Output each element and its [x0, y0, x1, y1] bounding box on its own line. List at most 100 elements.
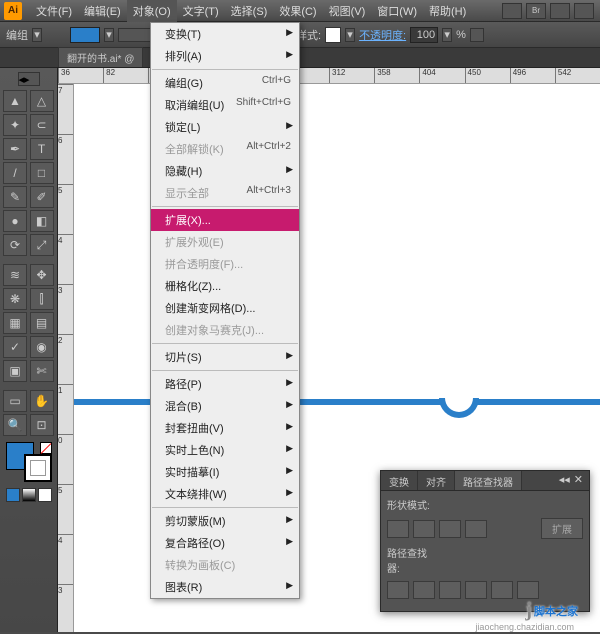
- menu-item-编组G[interactable]: 编组(G)Ctrl+G: [151, 72, 299, 94]
- menu-item-实时描摹I[interactable]: 实时描摹(I)▶: [151, 461, 299, 483]
- menu-item-扩展X[interactable]: 扩展(X)...: [151, 209, 299, 231]
- menu-item-复合路径O[interactable]: 复合路径(O)▶: [151, 532, 299, 554]
- unite-button[interactable]: [387, 520, 409, 538]
- tool-rotate[interactable]: ⟳: [3, 234, 27, 256]
- tool-dsel[interactable]: △: [30, 90, 54, 112]
- layout-icon-3[interactable]: [574, 3, 594, 19]
- menu-item-栅格化Z[interactable]: 栅格化(Z)...: [151, 275, 299, 297]
- mode-dropdown[interactable]: ▾: [32, 28, 42, 42]
- opacity-label[interactable]: 不透明度:: [359, 27, 406, 43]
- menu-item-图表R[interactable]: 图表(R)▶: [151, 576, 299, 598]
- menu-视图[interactable]: 视图(V): [323, 0, 372, 22]
- tool-free[interactable]: ✥: [30, 264, 54, 286]
- style-swatch[interactable]: [325, 27, 341, 43]
- menu-item-创建对象马赛克J: 创建对象马赛克(J)...: [151, 319, 299, 341]
- tool-warp[interactable]: ≋: [3, 264, 27, 286]
- opacity-dropdown[interactable]: ▾: [442, 28, 452, 42]
- menu-文件[interactable]: 文件(F): [30, 0, 78, 22]
- tool-wand[interactable]: ✦: [3, 114, 27, 136]
- merge-button[interactable]: [439, 581, 461, 599]
- watermark-url: jiaocheng.chazidian.com: [475, 622, 574, 632]
- tool-symbol[interactable]: ❋: [3, 288, 27, 310]
- menu-帮助[interactable]: 帮助(H): [423, 0, 472, 22]
- tool-pen[interactable]: ✒: [3, 138, 27, 160]
- menu-选择[interactable]: 选择(S): [225, 0, 274, 22]
- tool-sel[interactable]: ▲: [3, 90, 27, 112]
- menu-编辑[interactable]: 编辑(E): [78, 0, 127, 22]
- tool-grad[interactable]: ▤: [30, 312, 54, 334]
- tool-scale[interactable]: ⤢: [30, 234, 54, 256]
- tool-crop[interactable]: ⊡: [30, 414, 54, 436]
- tool-brush[interactable]: ✎: [3, 186, 27, 208]
- crop-button[interactable]: [465, 581, 487, 599]
- menu-item-文本绕排W[interactable]: 文本绕排(W)▶: [151, 483, 299, 505]
- outline-button[interactable]: [491, 581, 513, 599]
- panel-tab-align[interactable]: 对齐: [418, 471, 455, 490]
- tool-hand[interactable]: ✋: [30, 390, 54, 412]
- tool-slice[interactable]: ✄: [30, 360, 54, 382]
- fill-stroke-control[interactable]: [6, 442, 52, 482]
- menu-item-封套扭曲V[interactable]: 封套扭曲(V)▶: [151, 417, 299, 439]
- menu-item-路径P[interactable]: 路径(P)▶: [151, 373, 299, 395]
- menu-item-取消编组U[interactable]: 取消编组(U)Shift+Ctrl+G: [151, 94, 299, 116]
- menu-item-变换T[interactable]: 变换(T)▶: [151, 23, 299, 45]
- fill-swatch[interactable]: [70, 27, 100, 43]
- swap-colors[interactable]: [40, 442, 52, 454]
- tool-pencil[interactable]: ✐: [30, 186, 54, 208]
- tool-line[interactable]: /: [3, 162, 27, 184]
- pathfinder-ops-label: 路径查找器:: [387, 545, 439, 575]
- minus-front-button[interactable]: [413, 520, 435, 538]
- menu-item-拼合透明度F: 拼合透明度(F)...: [151, 253, 299, 275]
- stroke-color[interactable]: [24, 454, 52, 482]
- opacity-extra[interactable]: [470, 28, 484, 42]
- menu-窗口[interactable]: 窗口(W): [371, 0, 423, 22]
- tool-zoom[interactable]: 🔍: [3, 414, 27, 436]
- style-dropdown[interactable]: ▾: [345, 28, 355, 42]
- exclude-button[interactable]: [465, 520, 487, 538]
- divide-button[interactable]: [387, 581, 409, 599]
- tool-type[interactable]: T: [30, 138, 54, 160]
- panel-tab-transform[interactable]: 变换: [381, 471, 418, 490]
- menu-对象[interactable]: 对象(O): [127, 0, 177, 22]
- object-menu-dropdown: 变换(T)▶排列(A)▶ 编组(G)Ctrl+G取消编组(U)Shift+Ctrl…: [150, 22, 300, 599]
- tool-eraser[interactable]: ◧: [30, 210, 54, 232]
- layout-icon-1[interactable]: [502, 3, 522, 19]
- menu-item-混合B[interactable]: 混合(B)▶: [151, 395, 299, 417]
- path-dip[interactable]: [439, 398, 479, 418]
- shape-mode-label: 形状模式:: [387, 497, 439, 512]
- menu-item-隐藏H[interactable]: 隐藏(H)▶: [151, 160, 299, 182]
- color-mode-icon[interactable]: [6, 488, 20, 502]
- menu-item-锁定L[interactable]: 锁定(L)▶: [151, 116, 299, 138]
- ruler-vertical: 76543210543: [58, 84, 74, 632]
- toolbox-collapse[interactable]: ◂▸: [18, 72, 40, 86]
- fill-dropdown[interactable]: ▾: [104, 28, 114, 42]
- menu-item-切片S[interactable]: 切片(S)▶: [151, 346, 299, 368]
- document-tab[interactable]: 翻开的书.ai* @: [58, 47, 143, 67]
- panel-tab-pathfinder[interactable]: 路径查找器: [455, 471, 522, 490]
- tool-mesh[interactable]: ▦: [3, 312, 27, 334]
- menu-效果[interactable]: 效果(C): [273, 0, 322, 22]
- tool-lasso[interactable]: ⊂: [30, 114, 54, 136]
- none-mode-icon[interactable]: [38, 488, 52, 502]
- menu-item-实时上色N[interactable]: 实时上色(N)▶: [151, 439, 299, 461]
- gradient-mode-icon[interactable]: [22, 488, 36, 502]
- layout-icon-2[interactable]: [550, 3, 570, 19]
- tool-rect[interactable]: □: [30, 162, 54, 184]
- tool-graph[interactable]: ⫿: [30, 288, 54, 310]
- opacity-input[interactable]: [410, 27, 438, 43]
- tool-eyedrop[interactable]: ✓: [3, 336, 27, 358]
- tool-liveP[interactable]: ▣: [3, 360, 27, 382]
- tool-artb[interactable]: ▭: [3, 390, 27, 412]
- bridge-icon[interactable]: Br: [526, 3, 546, 19]
- trim-button[interactable]: [413, 581, 435, 599]
- tool-blob[interactable]: ●: [3, 210, 27, 232]
- menu-item-创建渐变网格D[interactable]: 创建渐变网格(D)...: [151, 297, 299, 319]
- tool-blend[interactable]: ◉: [30, 336, 54, 358]
- menu-文字[interactable]: 文字(T): [177, 0, 225, 22]
- expand-button[interactable]: 扩展: [541, 518, 583, 539]
- menu-item-剪切蒙版M[interactable]: 剪切蒙版(M)▶: [151, 510, 299, 532]
- intersect-button[interactable]: [439, 520, 461, 538]
- minus-back-button[interactable]: [517, 581, 539, 599]
- panel-menu[interactable]: ◂◂✕: [553, 471, 589, 490]
- menu-item-排列A[interactable]: 排列(A)▶: [151, 45, 299, 67]
